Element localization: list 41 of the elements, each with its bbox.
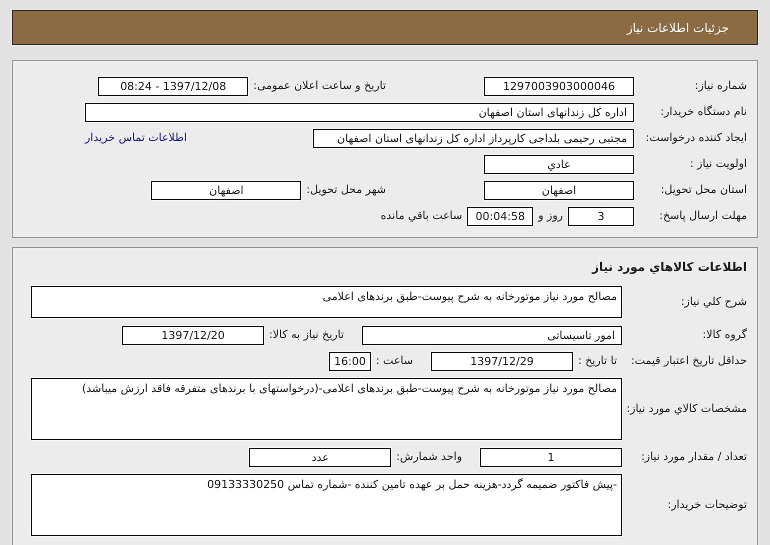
field-label: شماره نیاز:	[694, 78, 748, 94]
input-field[interactable]: 3	[568, 206, 634, 226]
input-field[interactable]: 1397/12/08 - 08:24	[98, 76, 248, 96]
field-label: واحد شمارش:	[396, 448, 462, 465]
field-label: مشخصات کالاي مورد نیاز:	[625, 400, 748, 417]
unit-text: روز و	[538, 208, 563, 224]
unit-text: ساعت باقي مانده	[380, 208, 462, 224]
input-field[interactable]: اصفهان	[151, 180, 302, 200]
field-label: نام دستگاه خریدار:	[659, 104, 748, 120]
input-field[interactable]: اصفهان	[484, 180, 634, 200]
input-field[interactable]: عدد	[249, 448, 392, 466]
input-field[interactable]: 16:00	[329, 352, 371, 370]
input-field[interactable]: عادي	[484, 154, 634, 174]
field-label: تاریخ و ساعت اعلان عمومی:	[253, 78, 386, 94]
field-label: حداقل تاریخ اعتبار قیمت:	[630, 352, 748, 369]
input-field[interactable]: مجتبی رحیمی بلداجی کارپرداز اداره کل زندانهای استان اصفهان	[312, 128, 634, 148]
unit-text: تا تاریخ :	[578, 352, 617, 369]
field-label: استان محل تحویل:	[660, 182, 748, 198]
text-area[interactable]: مصالح مورد نیاز موتورخانه به شرح پیوست-طبق برندهای اعلامی-(درخواستهای با برندهای متفرقه فاقد ارزش میباشد)	[31, 378, 622, 440]
input-field[interactable]: امور تاسیساتی	[362, 326, 622, 344]
field-label: تاریخ نیاز به کالا:	[269, 326, 344, 343]
text-area[interactable]: -پیش فاکتور ضمیمه گردد-هزینه حمل بر عهده تامین کننده -شماره تماس 09133330250	[31, 474, 622, 536]
contact-link[interactable]: اطلاعات تماس خریدار	[85, 130, 187, 146]
field-label: ایجاد کننده درخواست:	[644, 130, 748, 146]
input-field[interactable]: 00:04:58	[467, 206, 534, 226]
input-field[interactable]: 1	[480, 448, 622, 466]
text-area[interactable]: مصالح مورد نیاز موتورخانه به شرح پیوست-طبق برندهای اعلامی	[31, 286, 622, 318]
field-label: اولویت نیاز :	[688, 156, 748, 172]
field-label: توضیحات خریدار:	[666, 496, 748, 513]
input-field[interactable]: 1397/12/20	[122, 326, 264, 344]
field-label: ساعت :	[376, 352, 413, 369]
section-title: اطلاعات کالاهاي مورد نیاز	[590, 259, 747, 276]
input-field[interactable]: 1297003903000046	[484, 76, 634, 96]
page-title: جزئیات اطلاعات نیاز	[626, 20, 729, 36]
field-label: شرح کلي نیاز:	[680, 294, 748, 310]
field-label: شهر محل تحویل:	[306, 182, 386, 198]
field-label: گروه کالا:	[702, 326, 748, 343]
field-label: مهلت ارسال پاسخ:	[658, 208, 748, 224]
input-field[interactable]: 1397/12/29	[431, 352, 573, 370]
field-label: تعداد / مقدار مورد نیاز:	[640, 448, 748, 465]
input-field[interactable]: اداره کل زندانهای استان اصفهان	[85, 102, 634, 122]
